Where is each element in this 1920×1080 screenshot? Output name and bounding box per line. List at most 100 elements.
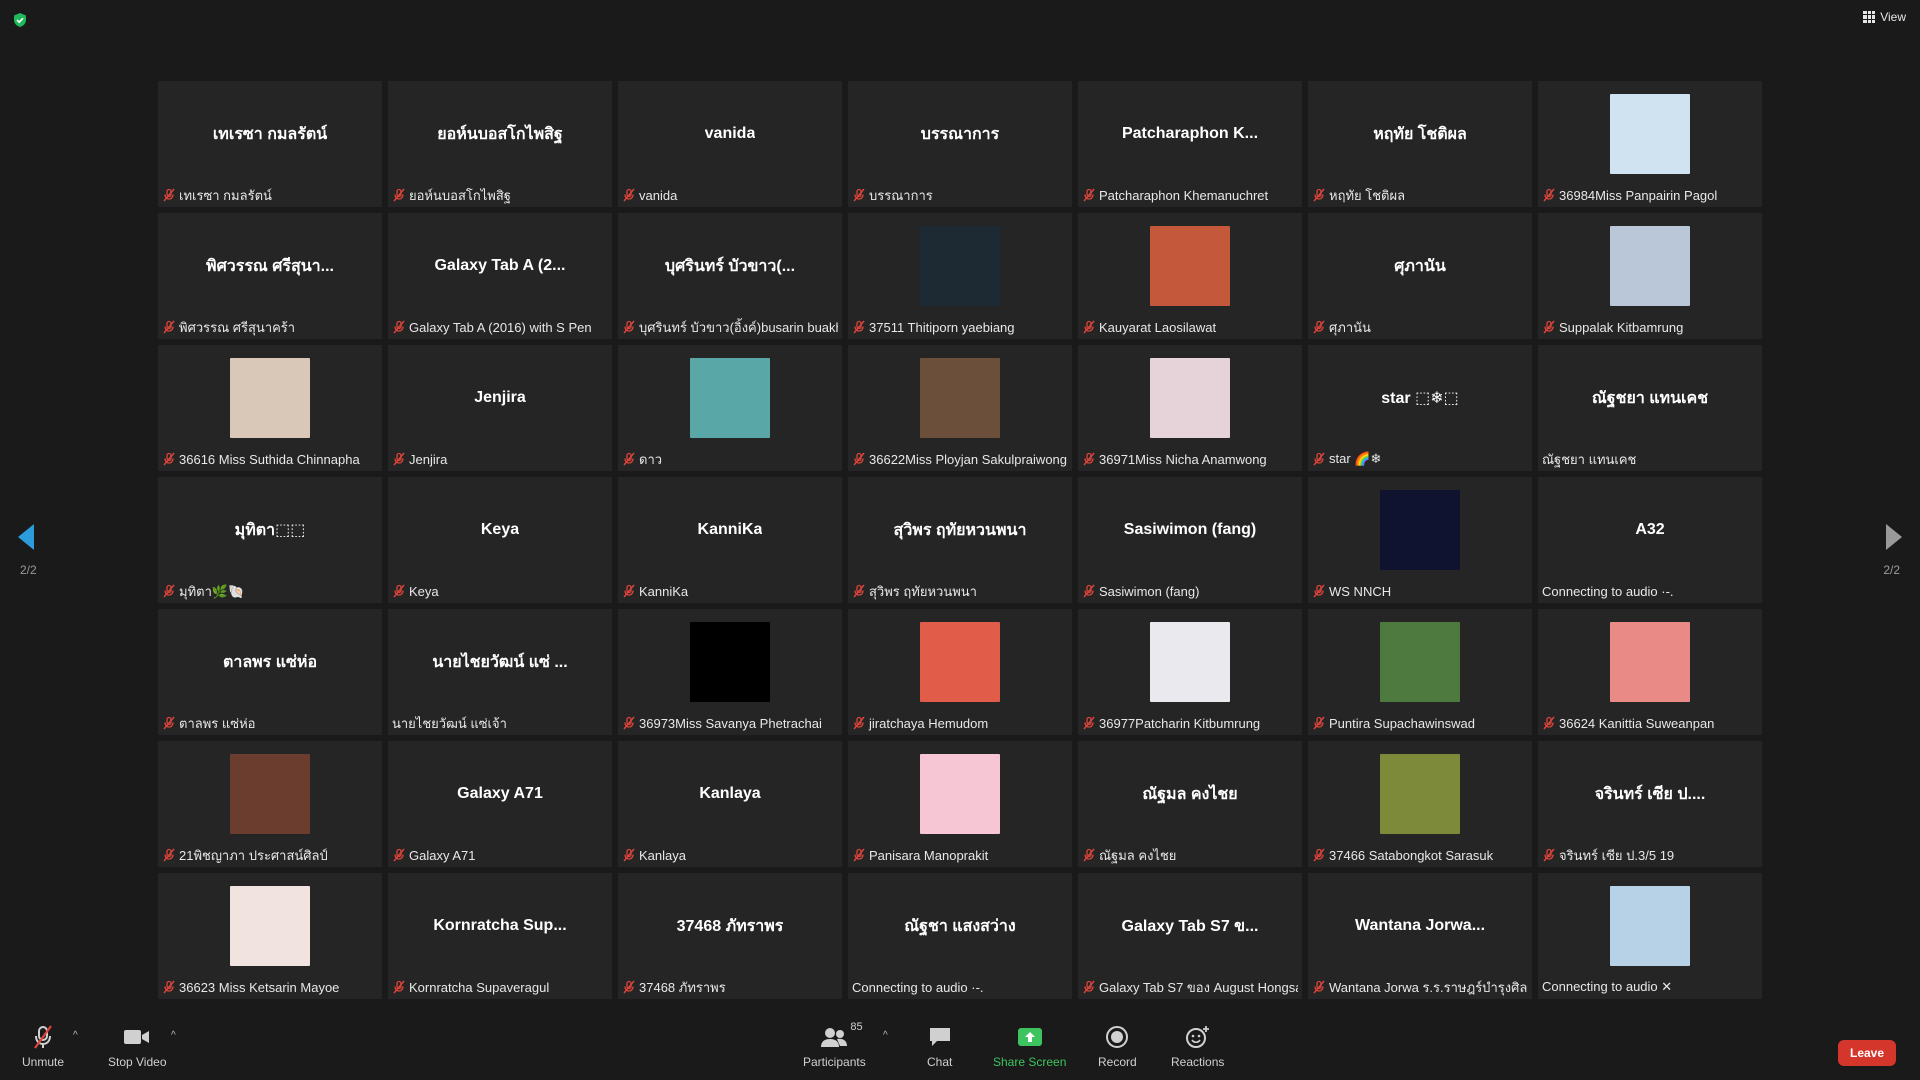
- next-page-arrow-icon[interactable]: [1884, 522, 1904, 552]
- participant-tile[interactable]: ณัฐชา แสงสว่าง Connecting to audio ·-.: [848, 873, 1072, 999]
- muted-microphone-icon: [853, 716, 865, 730]
- participant-name: Kauyarat Laosilawat: [1099, 319, 1217, 335]
- participant-name-label: Galaxy Tab A (2016) with S Pen: [392, 317, 608, 337]
- participants-count: 85: [850, 1021, 863, 1033]
- participant-tile[interactable]: 37511 Thitiporn yaebiang: [848, 213, 1072, 339]
- participant-tile[interactable]: ณัฐชยา แทนเคช ณัฐชยา แทนเคช: [1538, 345, 1762, 471]
- participant-tile[interactable]: มุทิตา⬚⬚ มุทิตา🌿🐚: [158, 477, 382, 603]
- participant-tile[interactable]: Connecting to audio ✕: [1538, 873, 1762, 999]
- participant-tile[interactable]: 37466 Satabongkot Sarasuk: [1308, 741, 1532, 867]
- participant-tile[interactable]: Sasiwimon (fang) Sasiwimon (fang): [1078, 477, 1302, 603]
- muted-microphone-icon: [623, 320, 635, 334]
- participant-name: 37466 Satabongkot Sarasuk: [1329, 847, 1494, 863]
- participant-tile[interactable]: jiratchaya Hemudom: [848, 609, 1072, 735]
- participant-tile[interactable]: Patcharaphon K... Patcharaphon Khemanuchr…: [1078, 81, 1302, 207]
- participant-tile[interactable]: ดาว: [618, 345, 842, 471]
- participant-avatar: [920, 226, 1000, 306]
- participant-name: Connecting to audio ·-.: [1542, 583, 1674, 599]
- security-shield-icon[interactable]: [12, 12, 28, 28]
- participant-tile[interactable]: vanida vanida: [618, 81, 842, 207]
- participant-tile[interactable]: Panisara Manoprakit: [848, 741, 1072, 867]
- participant-tile[interactable]: Galaxy Tab A (2... Galaxy Tab A (2016) wi…: [388, 213, 612, 339]
- participant-video-area: [1078, 609, 1302, 715]
- participant-tile[interactable]: Suppalak Kitbamrung: [1538, 213, 1762, 339]
- participant-video-area: [1078, 213, 1302, 319]
- participant-tile[interactable]: 36973Miss Savanya Phetrachai: [618, 609, 842, 735]
- participant-name: เทเรซา กมลรัตน์: [179, 187, 272, 203]
- participant-name: 21พิชญาภา ประศาสน์ศิลป์: [179, 847, 328, 863]
- participants-options-caret-icon[interactable]: ^: [883, 1030, 888, 1041]
- participant-tile[interactable]: 37468 ภัทราพร 37468 ภัทราพร: [618, 873, 842, 999]
- participant-tile[interactable]: สุวิพร ฤทัยหวนพนา สุวิพร ฤทัยหวนพนา: [848, 477, 1072, 603]
- participant-tile[interactable]: star ⬚❄⬚ star 🌈❄: [1308, 345, 1532, 471]
- participant-tile[interactable]: KanniKa KanniKa: [618, 477, 842, 603]
- participant-name: Kornratcha Supaveragul: [409, 979, 550, 995]
- participant-name-label: ยอห์นบอสโกไพสิฐ: [392, 185, 608, 205]
- participant-tile[interactable]: A32 Connecting to audio ·-.: [1538, 477, 1762, 603]
- participant-tile[interactable]: ยอห์นบอสโกไพสิฐ ยอห์นบอสโกไพสิฐ: [388, 81, 612, 207]
- participant-name-label: บุศรินทร์ บัวขาว(อิ้งค์)busarin buakh...: [622, 317, 838, 337]
- participant-tile[interactable]: Kauyarat Laosilawat: [1078, 213, 1302, 339]
- participant-tile[interactable]: 36622Miss Ployjan Sakulpraiwong: [848, 345, 1072, 471]
- participant-name-label: เทเรซา กมลรัตน์: [162, 185, 378, 205]
- participants-button[interactable]: 85 Participants: [803, 1021, 866, 1069]
- participant-tile[interactable]: 36624 Kanittia Suweanpan: [1538, 609, 1762, 735]
- meeting-toolbar: Unmute ^ Stop Video ^ 85 Participants ^: [0, 1016, 1920, 1080]
- participant-tile[interactable]: Kornratcha Sup... Kornratcha Supaveragul: [388, 873, 612, 999]
- participant-tile[interactable]: พิศวรรณ ศรีสุนา... พิศวรรณ ศรีสุนาคร้า: [158, 213, 382, 339]
- previous-page-arrow-icon[interactable]: [16, 522, 36, 552]
- video-options-caret-icon[interactable]: ^: [171, 1030, 176, 1041]
- participant-tile[interactable]: จรินทร์ เซีย ป.... จรินทร์ เซีย ป.3/5 19: [1538, 741, 1762, 867]
- stop-video-button[interactable]: Stop Video: [108, 1024, 167, 1069]
- participant-tile[interactable]: ณัฐมล คงไชย ณัฐมล คงไชย: [1078, 741, 1302, 867]
- participant-name: Galaxy Tab A (2016) with S Pen: [409, 319, 592, 335]
- participant-tile[interactable]: Galaxy Tab S7 ข... Galaxy Tab S7 ของ Augu…: [1078, 873, 1302, 999]
- participant-display-name: vanida: [704, 125, 756, 142]
- participant-tile[interactable]: 36984Miss Panpairin Pagol: [1538, 81, 1762, 207]
- participant-name: ยอห์นบอสโกไพสิฐ: [409, 187, 511, 203]
- participant-tile[interactable]: Puntira Supachawinswad: [1308, 609, 1532, 735]
- participant-tile[interactable]: WS NNCH: [1308, 477, 1532, 603]
- participant-video-area: นายไชยวัฒน์ แซ่ ...: [388, 609, 612, 715]
- participant-tile[interactable]: 36971Miss Nicha Anamwong: [1078, 345, 1302, 471]
- muted-microphone-icon: [1313, 716, 1325, 730]
- participant-tile[interactable]: นายไชยวัฒน์ แซ่ ... นายไชยวัฒน์ แซ่เจ้า: [388, 609, 612, 735]
- participant-tile[interactable]: 36616 Miss Suthida Chinnapha: [158, 345, 382, 471]
- participant-tile[interactable]: 36623 Miss Ketsarin Mayoe: [158, 873, 382, 999]
- participant-tile[interactable]: บุศรินทร์ บัวขาว(... บุศรินทร์ บัวขาว(อิ้…: [618, 213, 842, 339]
- chat-button[interactable]: Chat: [927, 1024, 952, 1069]
- participant-video-area: Sasiwimon (fang): [1078, 477, 1302, 583]
- muted-microphone-icon: [1543, 188, 1555, 202]
- participant-tile[interactable]: ตาลพร แซ่ห่อ ตาลพร แซ่ห่อ: [158, 609, 382, 735]
- participant-name: Sasiwimon (fang): [1099, 583, 1200, 599]
- participant-tile[interactable]: 21พิชญาภา ประศาสน์ศิลป์: [158, 741, 382, 867]
- participant-tile[interactable]: Galaxy A71 Galaxy A71: [388, 741, 612, 867]
- participant-tile[interactable]: 36977Patcharin Kitbumrung: [1078, 609, 1302, 735]
- view-button[interactable]: View: [1863, 10, 1906, 24]
- participant-display-name: Galaxy Tab A (2...: [434, 257, 566, 274]
- participant-tile[interactable]: ศุภานัน ศุภานัน: [1308, 213, 1532, 339]
- participant-tile[interactable]: Wantana Jorwa... Wantana Jorwa ร.ร.ราษฎร์…: [1308, 873, 1532, 999]
- participant-gallery-grid: เทเรซา กมลรัตน์ เทเรซา กมลรัตน์ ยอห์นบอสโก…: [158, 81, 1762, 999]
- participant-tile[interactable]: บรรณาการ บรรณาการ: [848, 81, 1072, 207]
- participant-video-area: [1538, 609, 1762, 715]
- participant-name: บุศรินทร์ บัวขาว(อิ้งค์)busarin buakh...: [639, 319, 838, 335]
- participant-tile[interactable]: หฤทัย โชติผล หฤทัย โชติผล: [1308, 81, 1532, 207]
- record-button[interactable]: Record: [1098, 1024, 1137, 1069]
- participant-tile[interactable]: Jenjira Jenjira: [388, 345, 612, 471]
- unmute-button[interactable]: Unmute: [22, 1024, 64, 1069]
- audio-options-caret-icon[interactable]: ^: [73, 1030, 78, 1041]
- participant-name: หฤทัย โชติผล: [1329, 187, 1406, 203]
- participant-display-name: จรินทร์ เซีย ป....: [1594, 785, 1706, 803]
- participant-video-area: 37468 ภัทราพร: [618, 873, 842, 979]
- participant-tile[interactable]: Kanlaya Kanlaya: [618, 741, 842, 867]
- reactions-button[interactable]: Reactions: [1171, 1024, 1224, 1069]
- participant-display-name: บุศรินทร์ บัวขาว(...: [664, 257, 796, 275]
- leave-button[interactable]: Leave: [1838, 1040, 1896, 1066]
- participant-tile[interactable]: Keya Keya: [388, 477, 612, 603]
- participant-tile[interactable]: เทเรซา กมลรัตน์ เทเรซา กมลรัตน์: [158, 81, 382, 207]
- participant-display-name: Jenjira: [474, 389, 526, 406]
- share-screen-button[interactable]: Share Screen: [993, 1024, 1066, 1069]
- participant-video-area: หฤทัย โชติผล: [1308, 81, 1532, 187]
- participant-name-label: 36977Patcharin Kitbumrung: [1082, 713, 1298, 733]
